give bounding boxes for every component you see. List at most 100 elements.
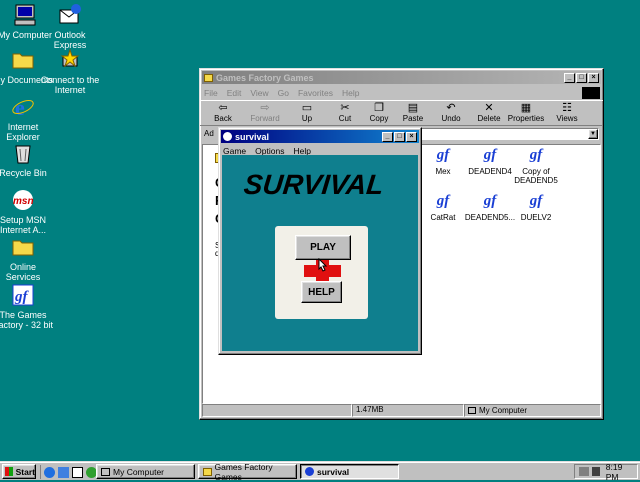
play-button[interactable]: PLAY <box>295 235 351 260</box>
copy-button[interactable]: ❐ Copy <box>362 101 396 123</box>
properties-button[interactable]: ▦ Properties <box>506 101 546 123</box>
minimize-button[interactable]: _ <box>382 131 393 142</box>
folder-icon <box>204 73 213 82</box>
back-button[interactable]: ⇦ Back <box>206 101 240 123</box>
chevron-down-icon[interactable]: ▼ <box>588 128 598 139</box>
desktop-icon-label: Outlook <box>54 30 86 40</box>
desktop-icon-outlook-express[interactable]: Outlook Express <box>35 3 105 50</box>
volume-icon[interactable] <box>591 467 600 476</box>
help-label: HELP <box>308 286 335 298</box>
file-label: DEADEND5... <box>464 213 516 222</box>
menu-game[interactable]: Game <box>223 146 246 156</box>
close-button[interactable]: × <box>406 131 417 142</box>
status-size: 1.47MB <box>352 404 464 417</box>
desktop-icon-label: Internet <box>54 85 86 95</box>
desktop-icon-internet-explorer[interactable]: e Internet Explorer <box>0 95 58 142</box>
help-button[interactable]: HELP <box>301 281 342 303</box>
up-button[interactable]: ▭ Up <box>290 101 324 123</box>
undo-icon: ↶ <box>446 102 456 114</box>
status-location: My Computer <box>464 404 601 417</box>
games-factory-icon <box>305 467 314 476</box>
folder-icon <box>11 235 35 259</box>
views-icon: ☷ <box>562 102 572 114</box>
maximize-button[interactable]: □ <box>576 72 587 83</box>
msn-icon: msn <box>11 188 35 212</box>
paste-icon: ▤ <box>407 102 419 114</box>
maximize-button[interactable]: □ <box>394 131 405 142</box>
properties-label: Properties <box>507 114 545 123</box>
games-factory-file-icon: gf <box>529 193 543 209</box>
survival-titlebar[interactable]: survival _ □ × <box>221 130 419 143</box>
system-tray: 8:19 PM <box>574 462 638 482</box>
undo-label: Undo <box>441 114 461 123</box>
mouse-cursor-icon <box>318 258 328 272</box>
file-copy-of-deadend5[interactable]: gf Copy of DEADEND5 <box>510 147 562 185</box>
explorer-titlebar[interactable]: Games Factory Games _ □ × <box>202 71 601 84</box>
close-button[interactable]: × <box>588 72 599 83</box>
internet-explorer-icon[interactable] <box>44 466 55 478</box>
paste-button[interactable]: ▤ Paste <box>396 101 430 123</box>
games-factory-file-icon: gf <box>436 147 450 163</box>
game-canvas[interactable]: SURVIVAL PLAY HELP <box>222 155 418 351</box>
explorer-menubar: File Edit View Go Favorites Help <box>200 86 603 100</box>
menu-help[interactable]: Help <box>342 88 359 98</box>
window-title: survival <box>235 131 270 142</box>
cut-button[interactable]: ✂ Cut <box>328 101 362 123</box>
task-games-factory-games[interactable]: Games Factory Games <box>198 461 297 482</box>
menu-help[interactable]: Help <box>293 146 310 156</box>
paste-label: Paste <box>402 114 424 123</box>
file-mex[interactable]: gf Mex <box>417 147 469 176</box>
window-title: Games Factory Games <box>216 72 314 83</box>
desktop-icon-label: Internet A... <box>0 225 47 235</box>
minimize-button[interactable]: _ <box>564 72 575 83</box>
desktop-icon-setup-msn[interactable]: msn Setup MSN Internet A... <box>0 188 58 235</box>
desktop-icon-games-factory[interactable]: gf The Games Factory - 32 bit <box>0 283 58 330</box>
views-button[interactable]: ☷ Views <box>550 101 584 123</box>
desktop-icon-label: Setup MSN <box>0 215 47 225</box>
menu-file[interactable]: File <box>204 88 218 98</box>
quick-launch <box>40 465 97 479</box>
games-factory-file-icon: gf <box>436 193 450 209</box>
delete-button[interactable]: ✕ Delete <box>472 101 506 123</box>
computer-icon <box>101 467 110 476</box>
network-icon[interactable] <box>579 467 589 476</box>
menu-go[interactable]: Go <box>278 88 289 98</box>
scissors-icon: ✂ <box>340 102 350 114</box>
copy-icon: ❐ <box>374 102 384 114</box>
clock[interactable]: 8:19 PM <box>606 462 637 482</box>
task-label: Games Factory Games <box>214 461 273 482</box>
start-button[interactable]: Start <box>2 464 36 479</box>
file-duelv2[interactable]: gf DUELV2 <box>510 193 562 222</box>
desktop-icon-recycle-bin[interactable]: Recycle Bin <box>0 141 58 178</box>
menu-favorites[interactable]: Favorites <box>298 88 333 98</box>
start-label: Start <box>15 466 35 477</box>
desktop-icon-label: Services <box>5 272 41 282</box>
forward-button[interactable]: ⇨ Forward <box>248 101 282 123</box>
desktop-icon-connect-internet[interactable]: Connect to the Internet <box>35 48 105 95</box>
menu-options[interactable]: Options <box>255 146 284 156</box>
games-factory-icon <box>223 132 232 141</box>
desktop-icon-label: Connect to the <box>40 75 100 85</box>
undo-button[interactable]: ↶ Undo <box>434 101 468 123</box>
file-deadend4[interactable]: gf DEADEND4 <box>464 147 516 176</box>
outlook-express-icon[interactable] <box>58 466 69 478</box>
games-factory-file-icon: gf <box>483 193 497 209</box>
task-my-computer[interactable]: My Computer <box>96 464 195 479</box>
file-label: DEADEND4 <box>468 167 512 176</box>
file-deadend5[interactable]: gf DEADEND5... <box>464 193 516 222</box>
show-desktop-icon[interactable] <box>72 466 83 478</box>
svg-text:msn: msn <box>13 196 34 207</box>
task-label: survival <box>317 466 350 477</box>
desktop-icon-label: Internet <box>7 122 39 132</box>
menu-view[interactable]: View <box>250 88 268 98</box>
folder-icon <box>11 48 35 72</box>
back-label: Back <box>214 114 232 123</box>
delete-x-icon: ✕ <box>484 102 494 114</box>
desktop-icon-online-services[interactable]: Online Services <box>0 235 58 282</box>
menu-edit[interactable]: Edit <box>227 88 242 98</box>
file-label: Copy of DEADEND5 <box>514 167 558 185</box>
task-survival[interactable]: survival <box>300 464 399 479</box>
recycle-bin-icon <box>11 141 35 165</box>
file-catrat[interactable]: gf CatRat <box>417 193 469 222</box>
file-label: DUELV2 <box>520 213 552 222</box>
